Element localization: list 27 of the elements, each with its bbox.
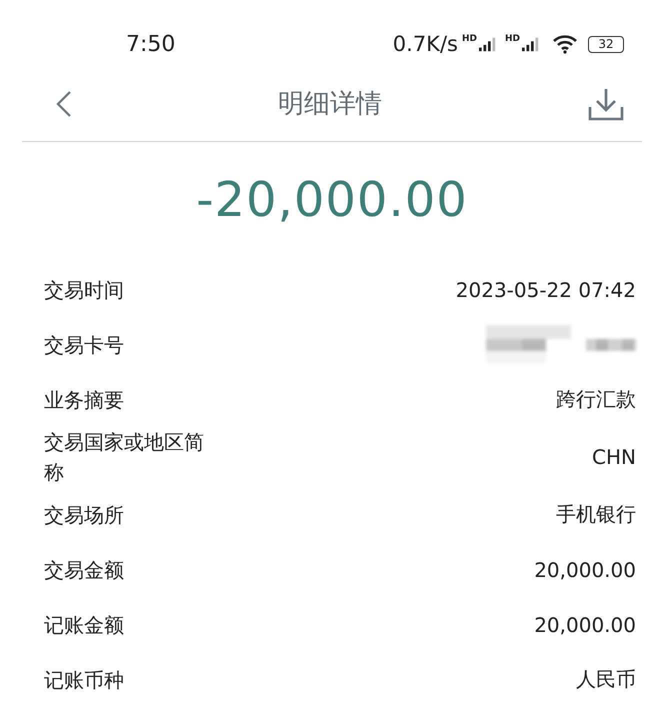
back-button[interactable] [56, 90, 72, 118]
hd-label: HD [504, 34, 520, 44]
page-title: 明细详情 [278, 88, 382, 121]
detail-value: CHN [592, 445, 636, 469]
detail-label: 记账金额 [44, 612, 125, 638]
signal-icon [522, 36, 540, 52]
battery-icon: 32 [588, 36, 624, 52]
download-button[interactable] [588, 86, 624, 120]
signal-icon [478, 36, 497, 52]
detail-value: 人民币 [576, 666, 636, 693]
detail-label: 记账币种 [44, 666, 125, 694]
detail-value: 20,000.00 [534, 612, 636, 636]
detail-label: 交易时间 [44, 276, 125, 304]
amount-value: -20,000.00 [195, 172, 469, 228]
detail-label: 业务摘要 [44, 386, 125, 414]
status-time: 7:50 [126, 32, 176, 56]
network-speed: 0.7K/s [392, 32, 458, 56]
hd-label: HD [462, 34, 477, 44]
detail-value: 20,000.00 [534, 558, 636, 582]
detail-label: 交易场所 [44, 502, 125, 528]
detail-value: 跨行汇款 [556, 386, 636, 413]
detail-value: 2023-05-22 07:42 [456, 278, 636, 302]
detail-label: 交易金额 [44, 556, 125, 584]
detail-label: 交易卡号 [44, 332, 125, 358]
detail-value: 手机银行 [556, 501, 636, 528]
wifi-icon [552, 34, 578, 54]
detail-label: 交易国家或地区简称 [44, 429, 205, 486]
